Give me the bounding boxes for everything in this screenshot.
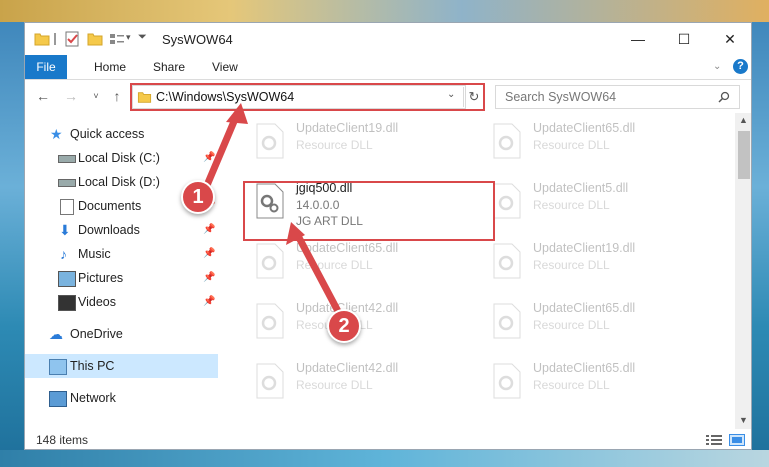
callout-step-1: 1 xyxy=(181,180,215,214)
videos-icon xyxy=(58,295,76,311)
folder-icon xyxy=(34,33,50,46)
dll-file-icon xyxy=(256,123,284,159)
dll-file-icon xyxy=(256,363,284,399)
search-placeholder[interactable]: Search SysWOW64 xyxy=(505,90,616,104)
pin-icon: 📌 xyxy=(203,272,216,283)
window-title: SysWOW64 xyxy=(162,32,233,47)
expand-ribbon-icon[interactable]: ⌄ xyxy=(713,55,721,79)
cloud-icon: ☁ xyxy=(49,326,63,342)
search-icon[interactable] xyxy=(718,91,730,103)
pin-icon: 📌 xyxy=(203,296,216,307)
tab-home[interactable]: Home xyxy=(94,55,126,79)
close-button[interactable]: ✕ xyxy=(707,23,751,55)
pin-icon: 📌 xyxy=(203,224,216,235)
file-item[interactable]: UpdateClient42.dll Resource DLL xyxy=(246,353,481,413)
download-icon: ⬇ xyxy=(59,222,71,238)
file-item[interactable]: UpdateClient65.dll Resource DLL xyxy=(246,233,481,293)
nav-item-pictures[interactable]: Pictures 📌 xyxy=(25,266,218,290)
dll-file-icon xyxy=(493,303,521,339)
details-view-icon[interactable] xyxy=(706,434,722,446)
properties-icon[interactable] xyxy=(64,31,80,47)
vertical-scrollbar[interactable]: ▲ ▼ xyxy=(735,113,751,429)
nav-item-local-disk-c[interactable]: Local Disk (C:) 📌 xyxy=(25,146,218,170)
callout-step-2: 2 xyxy=(327,309,361,343)
new-folder-icon[interactable] xyxy=(87,31,103,47)
forward-button[interactable]: → xyxy=(62,87,80,105)
view-options-icon[interactable] xyxy=(109,31,125,47)
nav-item-quick-access[interactable]: ★ Quick access xyxy=(25,122,218,146)
file-item[interactable]: UpdateClient19.dll Resource DLL xyxy=(246,113,481,173)
documents-icon xyxy=(60,199,74,215)
dll-file-icon xyxy=(493,123,521,159)
tab-share[interactable]: Share xyxy=(153,55,185,79)
customize-toolbar-icon[interactable]: ⏷ xyxy=(138,31,147,47)
dll-file-icon xyxy=(493,363,521,399)
file-item[interactable]: UpdateClient42.dll Resource DLL xyxy=(246,293,481,353)
tab-view[interactable]: View xyxy=(212,55,238,79)
tab-file[interactable]: File xyxy=(25,55,67,79)
drive-icon xyxy=(58,155,76,163)
dll-file-icon xyxy=(256,243,284,279)
nav-item-music[interactable]: ♪ Music 📌 xyxy=(25,242,218,266)
address-row: ← → ˅ ↑ C:\Windows\SysWOW64 ⌄ ↻ Search S… xyxy=(25,80,751,113)
minimize-button[interactable]: — xyxy=(615,23,661,55)
drive-icon xyxy=(58,179,76,187)
computer-icon xyxy=(49,359,67,375)
pin-icon: 📌 xyxy=(203,248,216,259)
large-icons-view-icon[interactable] xyxy=(729,434,745,446)
status-bar: 148 items xyxy=(25,429,751,449)
maximize-button[interactable]: ☐ xyxy=(661,23,707,55)
star-icon: ★ xyxy=(50,126,63,142)
nav-item-network[interactable]: Network xyxy=(25,386,218,410)
item-count: 148 items xyxy=(36,433,89,447)
file-item[interactable]: UpdateClient5.dll Resource DLL xyxy=(483,173,718,233)
file-item[interactable]: UpdateClient65.dll Resource DLL xyxy=(483,293,718,353)
dll-file-icon xyxy=(256,303,284,339)
network-icon xyxy=(49,391,67,407)
recent-locations-icon[interactable]: ˅ xyxy=(87,87,105,105)
file-item[interactable]: UpdateClient65.dll Resource DLL xyxy=(483,113,718,173)
nav-item-downloads[interactable]: ⬇ Downloads 📌 xyxy=(25,218,218,242)
file-list: UpdateClient19.dll Resource DLL jgiq500.… xyxy=(218,113,736,429)
nav-item-this-pc[interactable]: This PC xyxy=(25,354,218,378)
music-icon: ♪ xyxy=(60,246,67,262)
desktop-wallpaper-top xyxy=(0,0,769,22)
pin-icon: 📌 xyxy=(203,152,216,163)
file-explorer-window: ▾ ⏷ SysWOW64 — ☐ ✕ File Home Share View … xyxy=(24,22,752,450)
scroll-down-icon[interactable]: ▼ xyxy=(739,415,748,425)
ribbon-tabs: File Home Share View ⌄ ? xyxy=(25,55,751,80)
file-item-highlight xyxy=(243,181,495,241)
title-bar: ▾ ⏷ SysWOW64 — ☐ ✕ xyxy=(25,23,751,55)
desktop-wallpaper-bottom xyxy=(0,450,769,467)
up-button[interactable]: ↑ xyxy=(108,87,126,105)
scrollbar-thumb[interactable] xyxy=(738,131,750,179)
navigation-pane: ★ Quick access Local Disk (C:) 📌 Local D… xyxy=(25,117,218,427)
nav-item-videos[interactable]: Videos 📌 xyxy=(25,290,218,314)
pictures-icon xyxy=(58,271,76,287)
scroll-up-icon[interactable]: ▲ xyxy=(739,115,748,125)
separator xyxy=(54,33,56,45)
nav-item-onedrive[interactable]: ☁ OneDrive xyxy=(25,322,218,346)
address-bar-highlight xyxy=(130,83,485,111)
dll-file-icon xyxy=(493,243,521,279)
back-button[interactable]: ← xyxy=(34,87,52,105)
file-item[interactable]: UpdateClient19.dll Resource DLL xyxy=(483,233,718,293)
help-icon[interactable]: ? xyxy=(733,59,748,74)
file-item[interactable]: UpdateClient65.dll Resource DLL xyxy=(483,353,718,413)
dll-file-icon xyxy=(493,183,521,219)
chevron-down-icon[interactable]: ▾ xyxy=(126,32,131,48)
